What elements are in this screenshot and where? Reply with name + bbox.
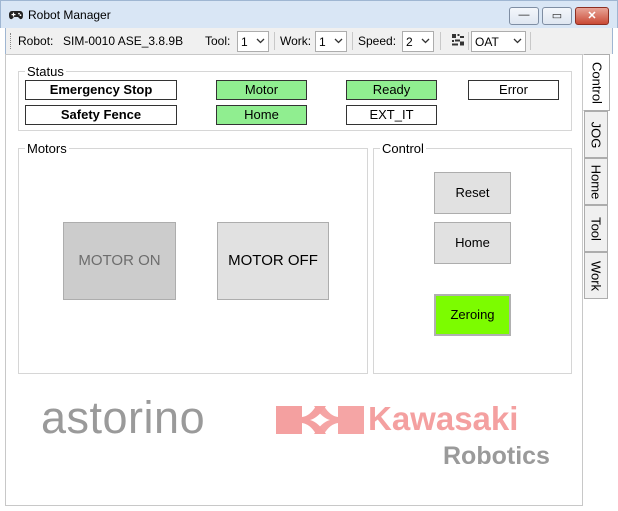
toolbar-separator	[530, 32, 531, 50]
motor-off-button[interactable]: MOTOR OFF	[217, 222, 329, 300]
toolbar-separator	[440, 32, 441, 50]
tab-work[interactable]: Work	[584, 252, 608, 299]
motor-indicator: Motor	[216, 80, 307, 100]
tab-jog-label: JOG	[588, 121, 604, 148]
tool-select-value: 1	[241, 35, 248, 49]
zeroing-button[interactable]: Zeroing	[434, 294, 511, 336]
toolbar-separator	[274, 32, 275, 50]
minimize-button[interactable]: —	[509, 7, 539, 25]
tab-jog[interactable]: JOG	[584, 111, 608, 158]
mode-select[interactable]: OAT	[471, 31, 526, 52]
tab-work-label: Work	[588, 260, 604, 291]
status-group-title: Status	[25, 64, 66, 79]
tab-home[interactable]: Home	[584, 158, 608, 205]
ready-indicator: Ready	[346, 80, 437, 100]
maximize-icon: ▭	[551, 10, 563, 22]
astorino-logo: astorino	[41, 392, 206, 443]
tab-tool-label: Tool	[588, 216, 604, 241]
mode-select-value: OAT	[475, 35, 499, 49]
speed-label: Speed:	[358, 34, 397, 48]
reset-button[interactable]: Reset	[434, 172, 511, 214]
kawasaki-river-mark-icon	[276, 406, 364, 434]
chevron-down-icon	[256, 38, 265, 44]
control-group: Control Reset Home Zeroing	[373, 141, 572, 374]
home-button[interactable]: Home	[434, 222, 511, 264]
error-indicator: Error	[468, 80, 559, 100]
motor-on-button[interactable]: MOTOR ON	[63, 222, 176, 300]
motors-group: Motors MOTOR ON MOTOR OFF	[18, 141, 368, 374]
tab-home-label: Home	[588, 164, 604, 199]
minimize-icon: —	[518, 9, 530, 21]
kawasaki-logo: Kawasaki	[368, 400, 519, 437]
side-tab-strip: Control JOG Home Tool Work	[583, 54, 612, 510]
chevron-down-icon	[421, 38, 430, 44]
motors-group-title: Motors	[25, 141, 69, 156]
ext-it-indicator: EXT_IT	[346, 105, 437, 125]
toolbar-separator	[352, 32, 353, 50]
safety-fence-indicator: Safety Fence	[25, 105, 177, 125]
status-group: Status Emergency Stop Motor Ready Error …	[18, 64, 572, 131]
chevron-down-icon	[513, 38, 522, 44]
maximize-button[interactable]: ▭	[542, 7, 572, 25]
tool-select[interactable]: 1	[237, 31, 269, 52]
tool-label: Tool:	[205, 34, 231, 48]
work-select[interactable]: 1	[315, 31, 347, 52]
toolbar-grip[interactable]	[10, 33, 13, 49]
window-title: Robot Manager	[28, 8, 111, 22]
tab-control-label: Control	[589, 61, 604, 104]
close-button[interactable]: ✕	[575, 7, 609, 25]
tab-tool[interactable]: Tool	[584, 205, 608, 252]
work-select-value: 1	[319, 35, 326, 49]
toolbar: Robot: SIM-0010 ASE_3.8.9B Tool: 1 Work:…	[5, 28, 613, 54]
emergency-stop-indicator: Emergency Stop	[25, 80, 177, 100]
gamepad-icon	[9, 11, 23, 20]
speed-select[interactable]: 2	[402, 31, 434, 52]
robot-label: Robot:	[18, 34, 54, 48]
robot-value: SIM-0010 ASE_3.8.9B	[63, 34, 184, 48]
control-panel: Status Emergency Stop Motor Ready Error …	[5, 54, 583, 506]
close-icon: ✕	[587, 10, 597, 22]
work-label: Work:	[280, 34, 312, 48]
grid-icon[interactable]	[451, 33, 465, 47]
speed-select-value: 2	[406, 35, 413, 49]
robotics-logo: Robotics	[443, 442, 550, 470]
title-bar: Robot Manager — ▭ ✕	[0, 0, 618, 28]
tab-control[interactable]: Control	[583, 54, 610, 111]
toolbar-separator	[468, 32, 469, 50]
control-group-title: Control	[380, 141, 426, 156]
chevron-down-icon	[334, 38, 343, 44]
home-indicator: Home	[216, 105, 307, 125]
